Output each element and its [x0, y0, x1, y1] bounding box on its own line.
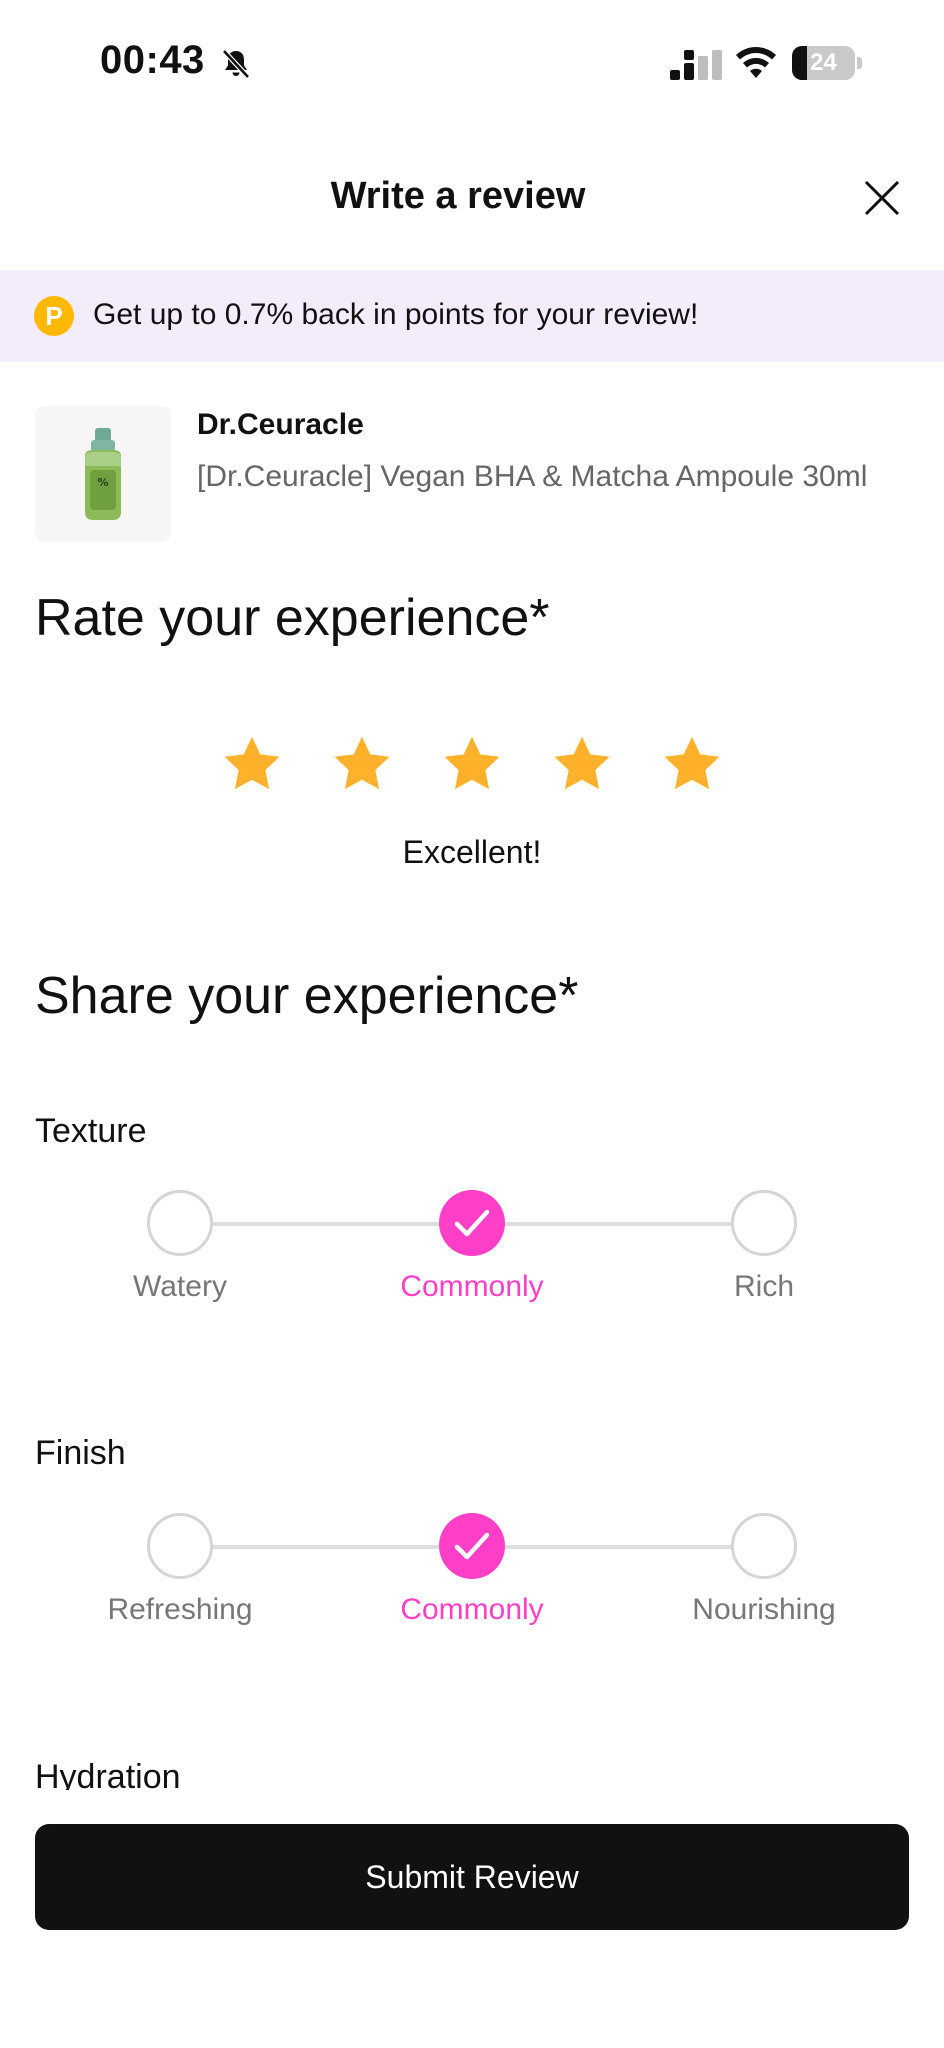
option-radio[interactable] [147, 1190, 213, 1256]
battery-level: 24 [810, 49, 837, 76]
star-icon[interactable] [550, 732, 614, 796]
submit-review-button[interactable]: Submit Review [35, 1824, 909, 1930]
close-icon[interactable] [860, 176, 904, 220]
header: Write a review [0, 150, 944, 250]
points-badge-icon: P [34, 296, 74, 336]
finish-option-refreshing[interactable]: Refreshing [70, 1507, 290, 1647]
ampoule-bottle-icon: % [85, 428, 121, 520]
texture-option-rich[interactable]: Rich [654, 1184, 874, 1324]
star-icon[interactable] [330, 732, 394, 796]
wifi-icon [736, 47, 776, 78]
option-label: Watery [133, 1270, 227, 1303]
checkmark-icon [454, 1532, 490, 1560]
star-icon[interactable] [220, 732, 284, 796]
share-experience-title: Share your experience* [35, 967, 579, 1025]
finish-option-commonly[interactable]: Commonly [362, 1507, 582, 1647]
hydration-label-text: Hydration [35, 1758, 181, 1792]
write-review-screen: 00:43 24 Write a review P Get up to 0.7%… [0, 0, 944, 2048]
option-radio[interactable] [439, 1513, 505, 1579]
attribute-label-texture: Texture [35, 1112, 147, 1150]
option-label: Commonly [400, 1593, 544, 1626]
cellular-signal-icon [670, 50, 722, 80]
bell-slash-icon [222, 49, 250, 79]
battery-body: 24 [792, 46, 855, 80]
option-radio[interactable] [147, 1513, 213, 1579]
points-banner: P Get up to 0.7% back in points for your… [0, 270, 944, 362]
finish-scale: Refreshing Commonly Nourishing [0, 1507, 944, 1647]
submit-bar: Submit Review [0, 1790, 944, 2048]
option-radio[interactable] [731, 1190, 797, 1256]
checkmark-icon [454, 1209, 490, 1237]
attribute-label-hydration: Hydration [35, 1758, 435, 1792]
product-name: [Dr.Ceuracle] Vegan BHA & Matcha Ampoule… [197, 460, 868, 493]
star-icon[interactable] [660, 732, 724, 796]
texture-option-watery[interactable]: Watery [70, 1184, 290, 1324]
star-icon[interactable] [440, 732, 504, 796]
texture-scale: Watery Commonly Rich [0, 1184, 944, 1324]
battery-icon: 24 [792, 46, 862, 80]
option-label: Refreshing [107, 1593, 253, 1626]
battery-tip [857, 57, 862, 69]
option-radio[interactable] [439, 1190, 505, 1256]
option-label: Commonly [400, 1270, 544, 1303]
option-radio[interactable] [731, 1513, 797, 1579]
product-brand: Dr.Ceuracle [197, 408, 364, 441]
status-time: 00:43 [100, 38, 205, 82]
svg-text:%: % [97, 476, 108, 489]
rating-label: Excellent! [402, 834, 542, 870]
attribute-label-finish: Finish [35, 1434, 126, 1472]
star-rating [0, 732, 944, 802]
finish-option-nourishing[interactable]: Nourishing [654, 1507, 874, 1647]
option-label: Rich [733, 1270, 794, 1303]
product-image: % [35, 406, 171, 542]
status-bar: 00:43 24 [0, 0, 944, 120]
rate-experience-title: Rate your experience* [35, 589, 550, 647]
texture-option-commonly[interactable]: Commonly [362, 1184, 582, 1324]
page-title: Write a review [330, 175, 586, 217]
points-banner-text: Get up to 0.7% back in points for your r… [93, 298, 699, 331]
option-label: Nourishing [692, 1593, 836, 1626]
